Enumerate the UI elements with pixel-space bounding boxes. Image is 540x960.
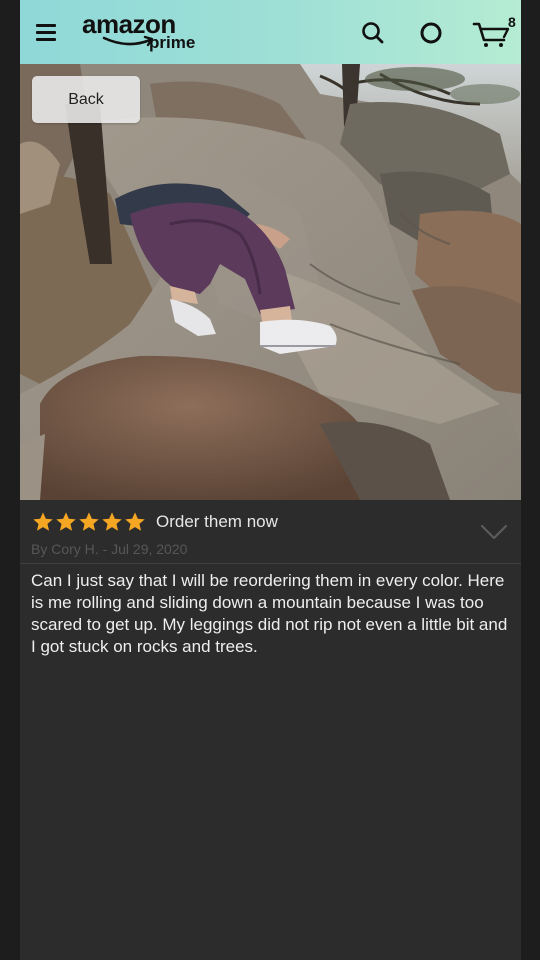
cart-icon[interactable] (472, 18, 512, 48)
star-icon (79, 512, 99, 531)
chevron-down-icon[interactable] (480, 522, 508, 542)
top-bar: amazon prime 8 (20, 0, 521, 64)
review-photo[interactable]: Back (20, 64, 521, 500)
star-icon (33, 512, 53, 531)
divider (20, 563, 521, 564)
review-byline: By Cory H. - Jul 29, 2020 (31, 541, 188, 557)
review-title: Order them now (156, 512, 278, 531)
cart-count-badge: 8 (508, 14, 516, 30)
star-icon (56, 512, 76, 531)
star-icon (125, 512, 145, 531)
menu-icon[interactable] (34, 18, 60, 46)
search-icon[interactable] (358, 18, 388, 48)
star-icon (102, 512, 122, 531)
app-window: amazon prime 8 Back Order them now By Co… (20, 0, 521, 960)
star-rating (32, 511, 147, 533)
alexa-icon[interactable] (416, 18, 446, 48)
logo-prime-text: prime (149, 33, 196, 52)
back-button[interactable]: Back (32, 76, 140, 123)
review-body: Can I just say that I will be reordering… (31, 571, 508, 656)
amazon-prime-logo[interactable]: amazon prime (82, 9, 202, 55)
review-photo-image (20, 64, 521, 500)
